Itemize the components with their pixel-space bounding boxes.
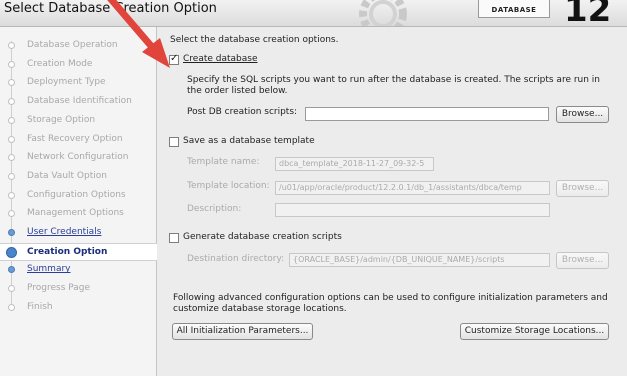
sidebar-step: Data Vault Option [0,168,157,186]
header-banner: Select Database Creation Option DATABASE… [0,0,627,27]
sidebar-step: Database Operation [0,37,157,55]
sidebar-step-label: Deployment Type [27,77,106,88]
sidebar-step-label: Progress Page [27,283,91,294]
all-initialization-parameters-button[interactable]: All Initialization Parameters... [172,323,313,340]
sidebar-step-label: Management Options [27,208,124,219]
template-name-label: Template name: [187,157,260,167]
page-title: Select Database Creation Option [4,1,217,16]
sidebar-step-label: Storage Option [27,114,96,125]
step-indicator-icon [8,210,15,218]
create-database-desc-line2: the order listed below. [187,86,288,96]
generate-scripts-label[interactable]: Generate database creation scripts [183,232,342,242]
step-indicator-icon [8,60,15,68]
database-logo-label: DATABASE [491,6,537,14]
sidebar-step: Fast Recovery Option [0,131,157,149]
save-template-checkbox[interactable] [169,137,179,147]
sidebar-step-label[interactable]: User Credentials [27,227,101,237]
advanced-options-text-line1: Following advanced configuration options… [173,293,608,303]
sidebar-step-label: Database Operation [27,40,118,50]
step-indicator-icon [8,116,15,124]
sidebar-step-label: Network Configuration [27,152,129,163]
sidebar-step: Network Configuration [0,149,157,167]
destination-directory-input[interactable]: {ORACLE_BASE}/admin/{DB_UNIQUE_NAME}/scr… [289,253,550,267]
sidebar-step: Database Identification [0,93,157,111]
template-name-input[interactable]: dbca_template_2018-11-27_09-32-5 [275,157,434,171]
save-template-label[interactable]: Save as a database template [183,136,315,146]
sidebar-step: Finish [0,299,157,317]
sidebar-step: Management Options [0,205,157,223]
sidebar-step-label: Creation Mode [27,58,93,69]
post-scripts-browse-button[interactable]: Browse... [556,106,609,123]
step-indicator-icon [8,135,15,143]
create-database-label[interactable]: Create database [183,54,258,64]
database-logo: DATABASE [478,0,550,18]
main-panel: Select the database creation options. Cr… [158,27,627,376]
step-indicator-icon [8,303,15,311]
sidebar-step-label: Configuration Options [27,189,126,200]
sidebar-step-label: Data Vault Option [27,170,107,181]
step-indicator-icon [8,172,15,180]
sidebar-step: Creation Option [0,242,157,261]
sidebar-step: Deployment Type [0,74,157,92]
template-description-label: Description: [187,204,242,214]
sidebar-step: Creation Mode [0,56,157,74]
step-indicator-icon [8,42,15,49]
template-location-browse-button[interactable]: Browse... [556,180,609,197]
step-indicator-icon [8,285,15,293]
step-indicator-icon [6,246,17,258]
template-location-input[interactable]: /u01/app/oracle/product/12.2.0.1/db_1/as… [275,181,550,195]
post-scripts-input[interactable] [305,107,549,121]
destination-browse-button[interactable]: Browse... [556,252,609,269]
step-indicator-icon [8,266,15,274]
sidebar-step: Configuration Options [0,187,157,205]
create-database-checkbox[interactable] [169,53,179,65]
step-indicator-icon [8,191,15,199]
version-logo: 12 [564,0,612,27]
sidebar-step: Storage Option [0,112,157,130]
sidebar-step-label: Database Identification [27,96,132,107]
step-indicator-icon [8,79,15,87]
sidebar-step-label[interactable]: Summary [27,264,71,274]
generate-scripts-checkbox[interactable] [169,233,179,243]
advanced-options-text-line2: customize database storage locations. [173,304,347,314]
sidebar-step[interactable]: User Credentials [0,224,157,242]
sidebar-step-label: Fast Recovery Option [27,133,123,144]
post-scripts-label: Post DB creation scripts: [187,107,298,117]
template-description-input[interactable] [275,203,550,217]
sidebar-step-label: Finish [27,301,53,312]
sidebar-step: Progress Page [0,280,157,298]
template-location-label: Template location: [187,181,270,191]
step-indicator-icon [8,229,15,236]
step-indicator-icon [8,154,15,162]
gear-icon [359,0,407,26]
intro-text: Select the database creation options. [170,35,339,45]
destination-directory-label: Destination directory: [187,254,285,264]
create-database-desc-line1: Specify the SQL scripts you want to run … [187,75,601,85]
customize-storage-locations-button[interactable]: Customize Storage Locations... [460,323,609,340]
sidebar-step-label: Creation Option [27,246,108,257]
sidebar-step[interactable]: Summary [0,261,157,279]
step-indicator-icon [8,98,15,106]
wizard-steps-sidebar: Database Operation Creation Mode Deploymen… [0,27,157,376]
